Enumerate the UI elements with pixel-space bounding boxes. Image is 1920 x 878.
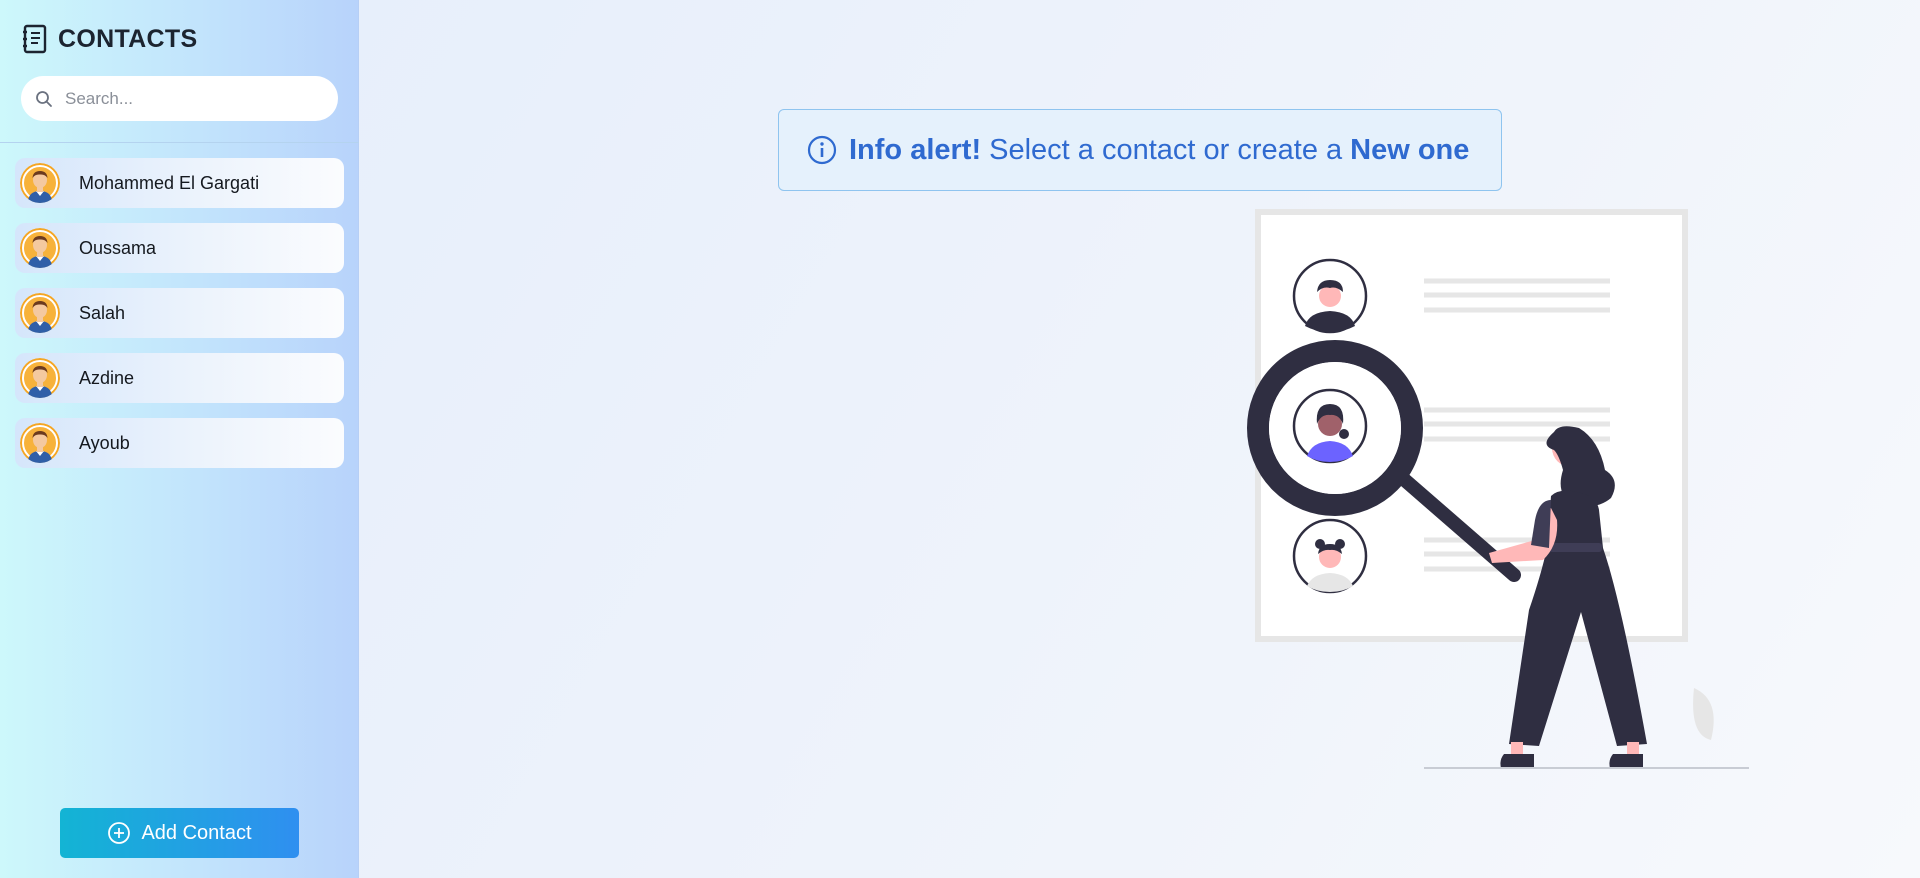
plus-circle-icon bbox=[108, 822, 131, 844]
contact-item[interactable]: Mohammed El Gargati bbox=[15, 158, 344, 208]
alert-title: Info alert! bbox=[849, 133, 982, 166]
contact-list: Mohammed El Gargati Oussama Salah Azdine… bbox=[15, 158, 344, 483]
search-icon bbox=[36, 90, 52, 107]
info-icon bbox=[807, 135, 837, 165]
contact-item[interactable]: Salah bbox=[15, 288, 344, 338]
search-input[interactable] bbox=[65, 88, 325, 109]
avatar bbox=[20, 228, 60, 268]
new-contact-link[interactable]: New one bbox=[1350, 134, 1469, 167]
contact-name: Oussama bbox=[79, 237, 157, 258]
sidebar-divider bbox=[0, 142, 359, 143]
contact-name: Azdine bbox=[79, 367, 135, 388]
sidebar: CONTACTS Mohammed El Gargati bbox=[0, 0, 359, 878]
contact-item[interactable]: Ayoub bbox=[15, 418, 344, 468]
avatar bbox=[20, 163, 60, 203]
info-alert: Info alert! Select a contact or create a… bbox=[778, 109, 1502, 191]
sidebar-title: CONTACTS bbox=[58, 24, 198, 53]
contact-item[interactable]: Azdine bbox=[15, 353, 344, 403]
contact-name: Ayoub bbox=[79, 432, 130, 453]
main-panel: Info alert! Select a contact or create a… bbox=[359, 0, 1920, 878]
sidebar-header: CONTACTS bbox=[22, 24, 197, 54]
avatar bbox=[20, 423, 60, 463]
add-contact-label: Add Contact bbox=[141, 821, 252, 844]
alert-message: Select a contact or create a bbox=[989, 133, 1343, 166]
contact-name: Salah bbox=[79, 302, 126, 323]
contact-item[interactable]: Oussama bbox=[15, 223, 344, 273]
contact-book-icon bbox=[23, 24, 47, 54]
contact-name: Mohammed El Gargati bbox=[79, 172, 260, 193]
search-box[interactable] bbox=[21, 76, 338, 121]
search-contacts-illustration bbox=[1247, 209, 1749, 769]
add-contact-button[interactable]: Add Contact bbox=[60, 808, 299, 858]
avatar bbox=[20, 293, 60, 333]
avatar bbox=[20, 358, 60, 398]
